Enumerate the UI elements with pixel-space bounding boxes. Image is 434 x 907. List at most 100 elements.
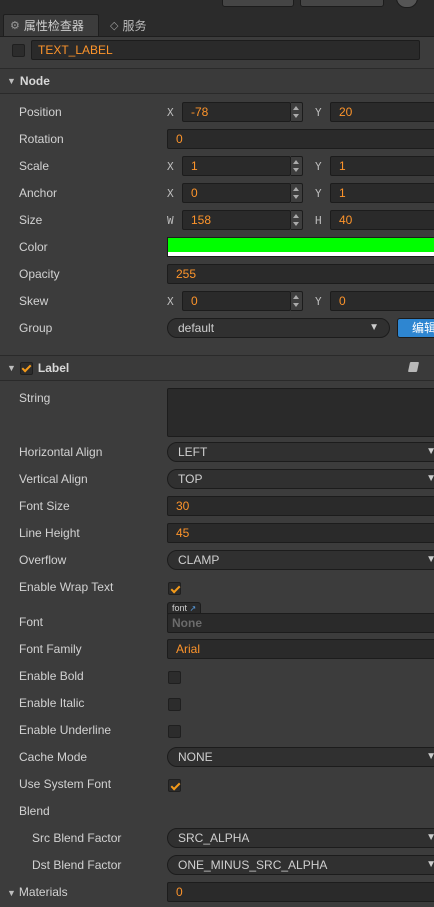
toolbar-button[interactable] (300, 0, 384, 7)
size-height-input[interactable]: 40 (330, 210, 434, 230)
toolbar-button[interactable] (222, 0, 294, 7)
cache-mode-label: Cache Mode (19, 750, 88, 764)
external-link-icon[interactable]: ↗ (190, 604, 197, 613)
group-label: Group (19, 321, 53, 335)
skew-x-input[interactable]: 0 (182, 291, 291, 311)
node-name-row: TEXT_LABEL ⋮ (0, 37, 434, 67)
enable-wrap-text-row: Enable Wrap Text (0, 574, 434, 601)
materials-count-input[interactable]: 0 (167, 882, 434, 902)
horizontal-align-select[interactable]: LEFT ▼ (167, 442, 434, 462)
enable-wrap-text-checkbox[interactable] (168, 582, 181, 595)
caret-down-icon: ▼ (426, 751, 434, 762)
color-label: Color (19, 240, 48, 254)
color-fill (168, 238, 434, 252)
enable-italic-checkbox[interactable] (168, 698, 181, 711)
rotation-input[interactable]: 0 (167, 129, 434, 149)
gear-icon: ⚙ (10, 20, 20, 32)
font-size-input[interactable]: 30 (167, 496, 434, 516)
label-section-header[interactable]: ▼ Label (0, 355, 434, 381)
help-book-icon[interactable] (407, 362, 420, 372)
anchor-y-input[interactable]: 1 (330, 183, 434, 203)
font-family-input[interactable]: Arial (167, 639, 434, 659)
horizontal-align-label: Horizontal Align (19, 445, 103, 459)
axis-x-label: X (167, 295, 174, 308)
more-icon[interactable]: ⋮ (430, 45, 434, 56)
tab-inspector[interactable]: ⚙ 属性检查器 (3, 14, 99, 36)
collapse-arrow-icon[interactable]: ▼ (7, 888, 16, 898)
vertical-align-row: Vertical Align TOP ▼ (0, 466, 434, 493)
anchor-x-stepper[interactable] (291, 183, 303, 203)
font-row: Font font ↗ None (0, 601, 434, 636)
font-asset-field[interactable]: None (167, 613, 434, 633)
axis-x-label: X (167, 160, 174, 173)
skew-y-input[interactable]: 0 (330, 291, 434, 311)
enable-bold-checkbox[interactable] (168, 671, 181, 684)
materials-label: Materials (18, 885, 68, 899)
axis-y-label: Y (315, 106, 322, 119)
group-row: Group default ▼ 编辑 (0, 315, 434, 342)
group-select[interactable]: default ▼ (167, 318, 390, 338)
enable-underline-checkbox[interactable] (168, 725, 181, 738)
color-alpha-bar (168, 252, 434, 256)
dst-blend-factor-row: Dst Blend Factor ONE_MINUS_SRC_ALPHA ▼ (0, 852, 434, 879)
axis-y-label: Y (315, 187, 322, 200)
label-enabled-checkbox[interactable] (19, 361, 33, 375)
overflow-row: Overflow CLAMP ▼ (0, 547, 434, 574)
font-size-row: Font Size 30 (0, 493, 434, 520)
position-y-input[interactable]: 20 (330, 102, 434, 122)
dst-blend-factor-select[interactable]: ONE_MINUS_SRC_ALPHA ▼ (167, 855, 434, 875)
line-height-input[interactable]: 45 (167, 523, 434, 543)
enable-bold-label: Enable Bold (19, 669, 84, 683)
caret-down-icon: ▼ (426, 859, 434, 870)
node-name-input[interactable]: TEXT_LABEL (31, 40, 420, 60)
horizontal-align-value: LEFT (178, 445, 208, 459)
scale-label: Scale (19, 159, 50, 173)
caret-down-icon: ▼ (426, 554, 434, 565)
collapse-arrow-icon[interactable]: ▼ (7, 363, 16, 373)
caret-down-icon: ▼ (426, 832, 434, 843)
group-edit-button[interactable]: 编辑 (397, 318, 434, 338)
axis-y-label: Y (315, 160, 322, 173)
font-family-row: Font Family Arial (0, 636, 434, 663)
node-active-checkbox[interactable] (12, 44, 25, 57)
color-picker-swatch[interactable] (167, 237, 434, 257)
collapse-arrow-icon[interactable]: ▼ (7, 76, 16, 86)
src-blend-factor-select[interactable]: SRC_ALPHA ▼ (167, 828, 434, 848)
rotation-row: Rotation 0 (0, 126, 434, 153)
font-family-label: Font Family (19, 642, 82, 656)
opacity-label: Opacity (19, 267, 60, 281)
overflow-select[interactable]: CLAMP ▼ (167, 550, 434, 570)
tab-services[interactable]: ◇ 服务 (110, 14, 146, 36)
anchor-label: Anchor (19, 186, 58, 200)
string-textarea[interactable] (167, 388, 434, 437)
scale-row: Scale X 1 Y 1 (0, 153, 434, 180)
enable-underline-label: Enable Underline (19, 723, 112, 737)
caret-down-icon: ▼ (426, 446, 434, 457)
position-x-input[interactable]: -78 (182, 102, 291, 122)
size-width-input[interactable]: 158 (182, 210, 291, 230)
position-x-stepper[interactable] (291, 102, 303, 122)
size-label: Size (19, 213, 43, 227)
src-blend-factor-value: SRC_ALPHA (178, 831, 250, 845)
use-system-font-checkbox[interactable] (168, 779, 181, 792)
vertical-align-select[interactable]: TOP ▼ (167, 469, 434, 489)
cache-mode-select[interactable]: NONE ▼ (167, 747, 434, 767)
blend-row: Blend (0, 798, 434, 825)
axis-x-label: X (167, 106, 174, 119)
label-section-title: Label (37, 361, 70, 375)
node-section-header[interactable]: ▼ Node (0, 68, 434, 94)
anchor-x-input[interactable]: 0 (182, 183, 291, 203)
scale-x-input[interactable]: 1 (182, 156, 291, 176)
size-width-stepper[interactable] (291, 210, 303, 230)
axis-x-label: X (167, 187, 174, 200)
scale-y-input[interactable]: 1 (330, 156, 434, 176)
toolbar-round-button[interactable] (396, 0, 418, 8)
color-row: Color (0, 234, 434, 261)
opacity-input[interactable]: 255 (167, 264, 434, 284)
anchor-row: Anchor X 0 Y 1 (0, 180, 434, 207)
enable-underline-row: Enable Underline (0, 717, 434, 744)
scale-x-stepper[interactable] (291, 156, 303, 176)
skew-label: Skew (19, 294, 49, 308)
skew-x-stepper[interactable] (291, 291, 303, 311)
overflow-label: Overflow (19, 553, 67, 567)
